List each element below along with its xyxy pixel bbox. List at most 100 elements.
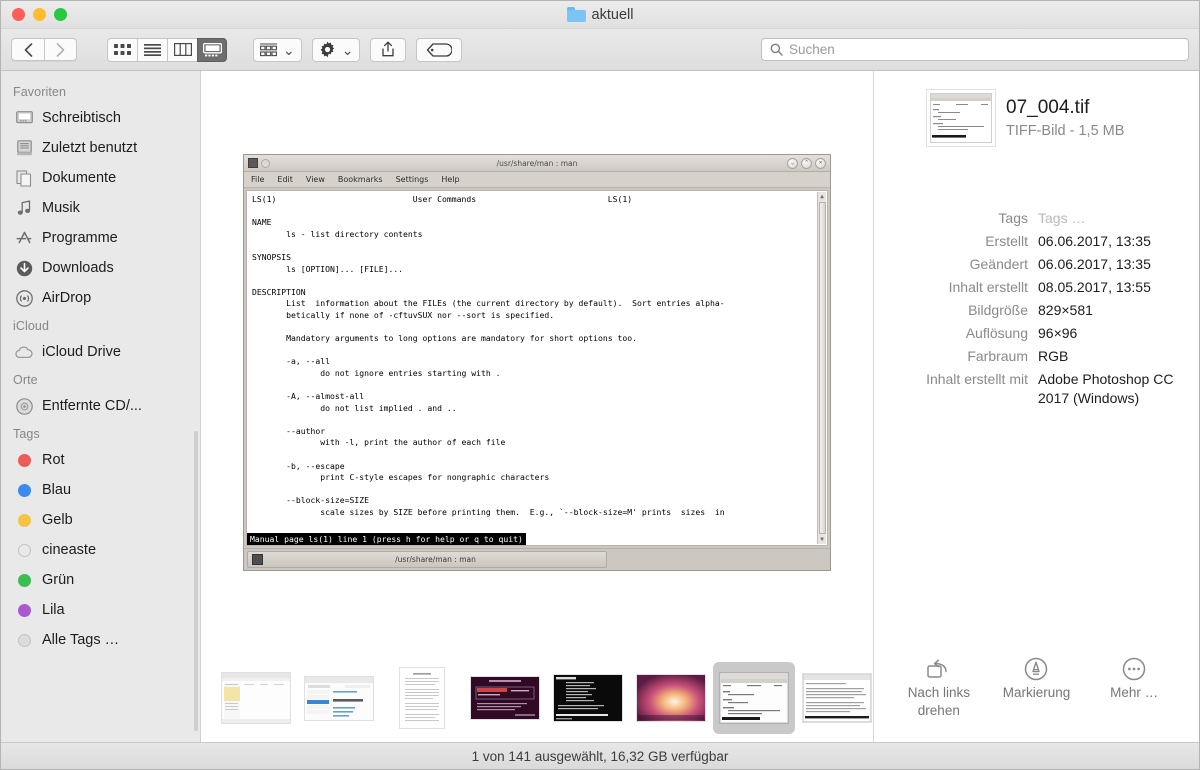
close-button[interactable] <box>12 8 25 21</box>
folder-icon <box>566 7 586 22</box>
sidebar-scrollbar[interactable] <box>194 431 198 731</box>
thumb-terminal-black-icon <box>554 675 622 721</box>
preview-minimize-icon: ⌄ <box>787 157 798 169</box>
markup-icon <box>988 654 1084 684</box>
sidebar-item-schreibtisch[interactable]: Schreibtisch <box>1 103 200 133</box>
icon-view-button[interactable] <box>107 37 137 62</box>
metadata-value: Tags … <box>1038 210 1086 226</box>
list-item[interactable] <box>630 662 712 734</box>
sidebar-item-airdrop[interactable]: AirDrop <box>1 283 200 313</box>
markup-button[interactable]: Markierung <box>988 654 1084 720</box>
preview-maximize-icon: ⌃ <box>801 157 812 169</box>
preview-image[interactable]: /usr/share/man : man ⌄ ⌃ ✕ File Edit Vie… <box>243 154 831 571</box>
tag-dot-icon <box>15 481 33 499</box>
sidebar-item-label: Blau <box>42 482 72 498</box>
metadata-key: Geändert <box>969 256 1028 272</box>
metadata-row-inhalt-erstellt: Inhalt erstellt 08.05.2017, 13:55 <box>890 278 1183 297</box>
desktop-icon <box>15 109 33 127</box>
more-label: Mehr … <box>1110 685 1159 700</box>
metadata-value: 08.05.2017, 13:55 <box>1038 279 1151 295</box>
preview-taskbar-label: /usr/share/man : man <box>395 555 476 564</box>
sidebar-heading-orte: Orte <box>13 373 38 387</box>
share-button[interactable] <box>370 37 407 62</box>
sidebar-item-label: Zuletzt benutzt <box>42 140 138 156</box>
list-item[interactable] <box>796 662 878 734</box>
rotate-left-icon <box>891 654 987 684</box>
metadata-value: RGB <box>1038 348 1069 364</box>
sidebar-item-zuletzt-benutzt[interactable]: Zuletzt benutzt <box>1 133 200 163</box>
man-page-status-line: Manual page ls(1) line 1 (press h for he… <box>247 533 526 545</box>
rotate-left-button[interactable]: Nach links drehen <box>891 654 987 720</box>
sidebar-item-dokumente[interactable]: Dokumente <box>1 163 200 193</box>
status-bar: 1 von 141 ausgewählt, 16,32 GB verfügbar <box>1 742 1199 769</box>
zoom-button[interactable] <box>54 8 67 21</box>
thumb-text-document-icon <box>400 668 444 728</box>
info-header: 07_004.tif TIFF-Bild - 1,5 MB <box>890 93 1183 143</box>
sidebar-item-tag-gruen[interactable]: Grün <box>1 565 200 595</box>
sidebar-item-tag-blau[interactable]: Blau <box>1 475 200 505</box>
preview-menu-help: Help <box>441 175 460 184</box>
sidebar-item-label: Entfernte CD/... <box>42 398 142 414</box>
chevron-down-icon: ⌄ <box>283 41 295 58</box>
tag-dot-icon <box>15 601 33 619</box>
sidebar-item-label: cineaste <box>42 542 97 558</box>
sidebar[interactable]: Favoriten Schreibtisch Zuletzt benutzt D… <box>1 71 201 742</box>
metadata-row-tags[interactable]: Tags Tags … <box>890 209 1183 228</box>
back-button[interactable] <box>11 38 44 61</box>
action-menu-button[interactable]: ⌄ <box>311 37 361 62</box>
metadata-value: 829×581 <box>1038 302 1093 318</box>
list-view-button[interactable] <box>137 37 167 62</box>
filmstrip[interactable] <box>201 654 873 742</box>
file-preview-thumbnail <box>930 93 992 143</box>
more-button[interactable]: Mehr … <box>1086 654 1182 720</box>
edit-tags-button[interactable] <box>416 37 463 62</box>
view-mode-buttons <box>107 37 227 62</box>
preview-scrollbar: ▲ ▼ <box>817 192 826 544</box>
tag-dot-icon <box>15 571 33 589</box>
list-item[interactable] <box>298 662 380 734</box>
sidebar-item-tag-gelb[interactable]: Gelb <box>1 505 200 535</box>
forward-button[interactable] <box>44 38 77 61</box>
traffic-lights <box>1 8 67 21</box>
list-item[interactable] <box>547 662 629 734</box>
sidebar-item-musik[interactable]: Musik <box>1 193 200 223</box>
metadata-value: 06.06.2017, 13:35 <box>1038 233 1151 249</box>
sidebar-item-tag-rot[interactable]: Rot <box>1 445 200 475</box>
sidebar-item-label: Musik <box>42 200 80 216</box>
arrange-button[interactable]: ⌄ <box>253 37 302 62</box>
arrange-icon <box>260 42 277 56</box>
sidebar-item-icloud-drive[interactable]: iCloud Drive <box>1 337 200 367</box>
column-view-button[interactable] <box>167 37 197 62</box>
sidebar-item-all-tags[interactable]: Alle Tags … <box>1 625 200 655</box>
sidebar-item-tag-cineaste[interactable]: cineaste <box>1 535 200 565</box>
markup-label: Markierung <box>1002 685 1071 700</box>
gallery-view-button[interactable] <box>197 37 227 62</box>
sidebar-item-label: Gelb <box>42 512 73 528</box>
airdrop-icon <box>15 289 33 307</box>
list-item[interactable] <box>381 662 463 734</box>
downloads-icon <box>15 259 33 277</box>
minimize-button[interactable] <box>33 8 46 21</box>
titlebar: aktuell <box>1 1 1199 29</box>
preview-window-title: /usr/share/man : man <box>496 158 578 168</box>
sidebar-item-label: Rot <box>42 452 65 468</box>
list-item-selected[interactable] <box>713 662 795 734</box>
scroll-thumb <box>818 202 826 534</box>
sidebar-item-downloads[interactable]: Downloads <box>1 253 200 283</box>
search-icon <box>770 43 783 56</box>
metadata-row-aufloesung: Auflösung 96×96 <box>890 324 1183 343</box>
metadata-value: 96×96 <box>1038 325 1078 341</box>
sidebar-item-programme[interactable]: Programme <box>1 223 200 253</box>
search-field[interactable]: Suchen <box>761 38 1189 61</box>
metadata-key: Bildgröße <box>968 302 1028 318</box>
list-item[interactable] <box>464 662 546 734</box>
sidebar-item-tag-lila[interactable]: Lila <box>1 595 200 625</box>
list-item[interactable] <box>215 662 297 734</box>
window-body: Favoriten Schreibtisch Zuletzt benutzt D… <box>1 71 1199 742</box>
gear-icon <box>320 41 335 58</box>
preview-menu-view: View <box>305 175 325 184</box>
sidebar-item-label: Downloads <box>42 260 114 276</box>
sidebar-item-entfernte-cd[interactable]: Entfernte CD/... <box>1 391 200 421</box>
toolbar: ⌄ ⌄ Suchen <box>1 29 1199 71</box>
thumb-settings-dialog-icon <box>305 676 373 720</box>
